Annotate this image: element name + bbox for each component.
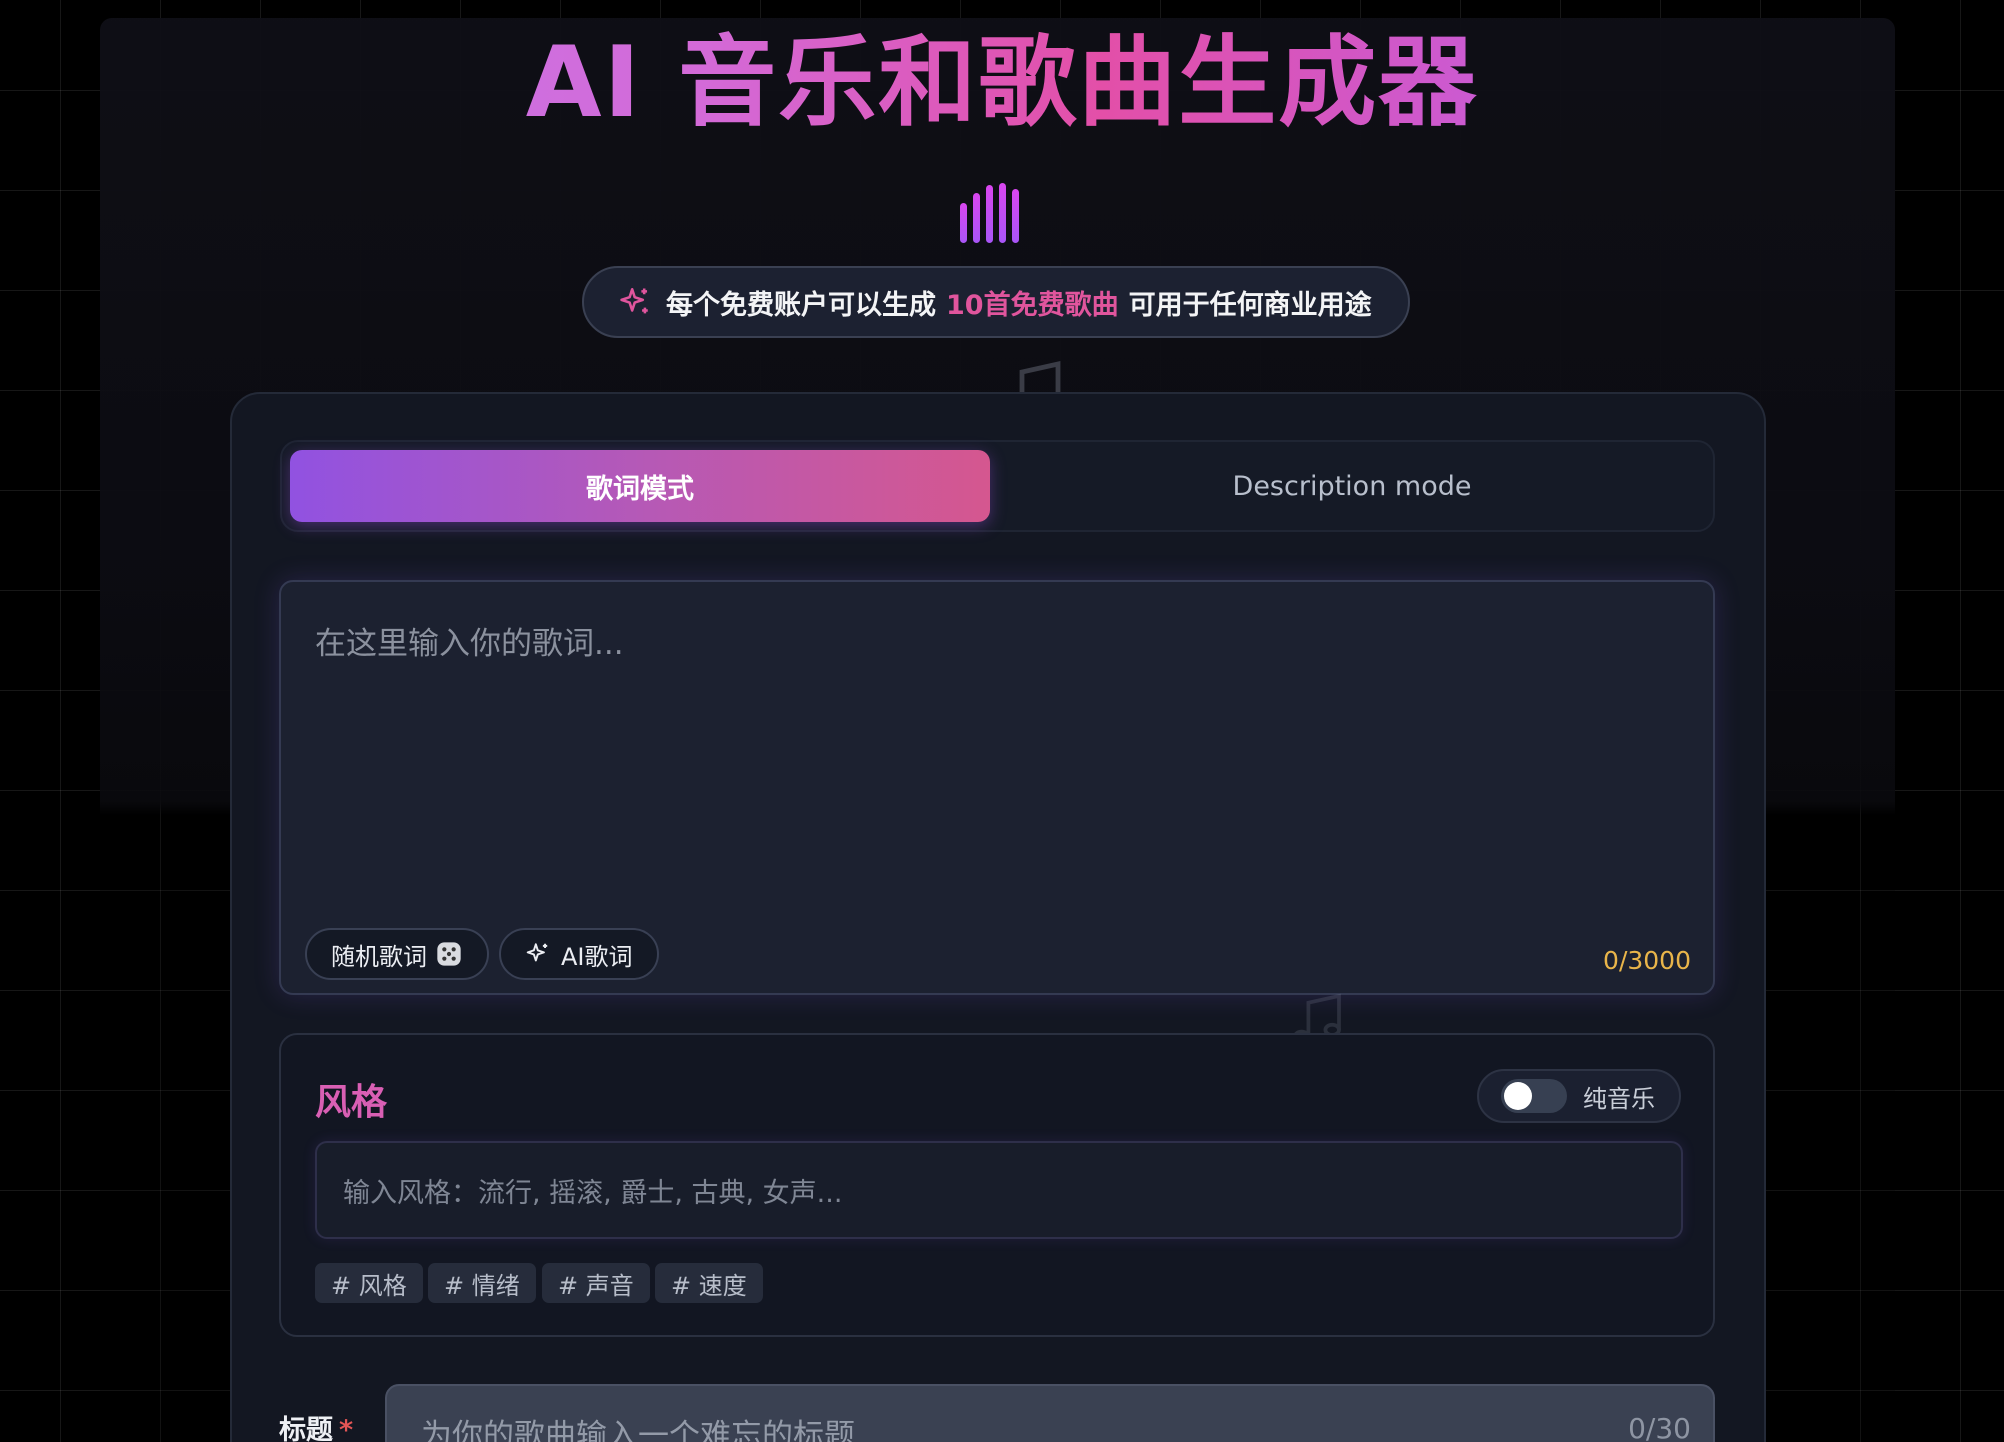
lyrics-placeholder: 在这里输入你的歌词...	[315, 626, 624, 662]
style-section: 风格 纯音乐 输入风格：流行, 摇滚, 爵士, 古典, 女声... # 风格 #…	[279, 1033, 1715, 1337]
song-title-label: 标题 *	[279, 1408, 353, 1442]
page-title: AI 音乐和歌曲生成器	[0, 28, 2004, 138]
song-title-placeholder: 为你的歌曲输入一个难忘的标题	[421, 1418, 855, 1442]
lyrics-char-counter: 0/3000	[1603, 946, 1691, 975]
equalizer-icon	[960, 183, 1035, 243]
instrumental-toggle[interactable]: 纯音乐	[1477, 1069, 1681, 1123]
style-placeholder: 输入风格：流行, 摇滚, 爵士, 古典, 女声...	[343, 1177, 843, 1209]
sparkle-icon	[620, 287, 648, 314]
style-tag-tempo[interactable]: # 速度	[655, 1263, 763, 1303]
style-tag-mood[interactable]: # 情绪	[428, 1263, 536, 1303]
dice-icon	[437, 942, 461, 966]
random-lyrics-label: 随机歌词	[331, 942, 427, 971]
random-lyrics-button[interactable]: 随机歌词	[305, 928, 489, 980]
banner-text-prefix: 每个免费账户可以生成	[666, 289, 936, 321]
lyrics-textarea[interactable]: 在这里输入你的歌词... 随机歌词 AI歌词 0/3000	[279, 580, 1715, 995]
toggle-switch[interactable]	[1501, 1079, 1567, 1113]
ai-lyrics-label: AI歌词	[561, 942, 633, 971]
style-tag-voice[interactable]: # 声音	[542, 1263, 650, 1303]
style-input[interactable]: 输入风格：流行, 摇滚, 爵士, 古典, 女声...	[315, 1141, 1683, 1239]
song-title-label-text: 标题	[279, 1415, 333, 1442]
song-title-input[interactable]: 为你的歌曲输入一个难忘的标题 0/30	[385, 1384, 1715, 1442]
mode-tabs: 歌词模式 Description mode	[280, 440, 1715, 532]
page: AI 音乐和歌曲生成器 每个免费账户可以生成 10首免费歌曲 可用于任何商业用途…	[0, 0, 2004, 1442]
banner-text-highlight: 10首免费歌曲	[946, 289, 1119, 321]
song-title-char-counter: 0/30	[1628, 1412, 1691, 1442]
tab-description-mode[interactable]: Description mode	[998, 450, 1706, 522]
toggle-knob	[1504, 1082, 1532, 1110]
banner-text-suffix: 可用于任何商业用途	[1128, 289, 1372, 321]
ai-lyrics-button[interactable]: AI歌词	[499, 928, 659, 980]
tab-lyrics-mode[interactable]: 歌词模式	[290, 450, 990, 522]
required-mark: *	[339, 1415, 354, 1442]
sparkle-icon	[526, 943, 548, 962]
instrumental-label: 纯音乐	[1583, 1084, 1655, 1113]
style-heading: 风格	[315, 1082, 388, 1123]
free-songs-banner: 每个免费账户可以生成 10首免费歌曲 可用于任何商业用途	[582, 266, 1410, 338]
style-tag-genre[interactable]: # 风格	[315, 1263, 423, 1303]
